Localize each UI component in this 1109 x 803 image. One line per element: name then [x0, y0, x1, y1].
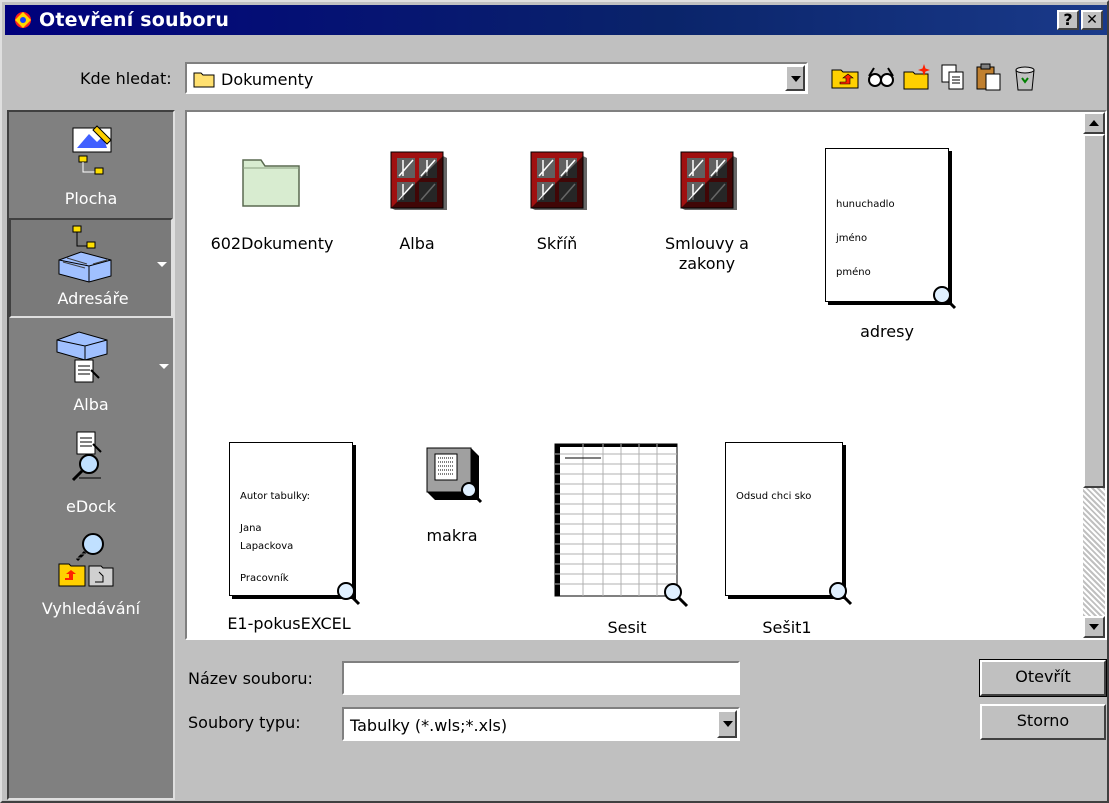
chevron-down-icon — [157, 262, 167, 267]
file-name: Alba — [399, 234, 435, 253]
edock-icon — [71, 431, 102, 482]
file-name: Smlouvy a zakony — [665, 234, 749, 273]
preview-line: pméno — [836, 267, 871, 278]
scroll-thumb[interactable] — [1083, 134, 1105, 488]
list-item[interactable]: Sesit — [547, 442, 707, 638]
magnifier-icon — [933, 286, 957, 310]
delete-icon[interactable] — [1010, 62, 1040, 92]
sidebar-item-edock[interactable]: eDock — [9, 424, 173, 524]
list-item[interactable]: Alba — [357, 142, 477, 262]
scroll-down-button[interactable] — [1083, 616, 1105, 638]
file-name: adresy — [860, 322, 914, 341]
title-bar[interactable]: Otevření souboru ? ✕ — [5, 5, 1107, 35]
open-button[interactable]: Otevřít — [979, 659, 1107, 697]
filetype-value: Tabulky (*.wls;*.xls) — [350, 716, 508, 735]
preview-line: Pracovník — [240, 573, 289, 584]
scroll-track[interactable] — [1083, 488, 1105, 616]
sidebar-item-label: Adresáře — [57, 289, 129, 308]
filetype-select[interactable]: Tabulky (*.wls;*.xls) — [342, 707, 740, 741]
scroll-up-button[interactable] — [1083, 112, 1105, 134]
preview-line: Autor tabulky: — [240, 491, 311, 502]
bookshelf-icon — [390, 151, 447, 210]
preview-line: hunuchadlo — [836, 199, 895, 210]
sidebar-item-albums[interactable]: Alba — [9, 322, 173, 422]
help-button[interactable]: ? — [1057, 10, 1079, 30]
open-file-dialog: Otevření souboru ? ✕ Kde hledat: Dokumen… — [0, 0, 1109, 803]
look-in-combo[interactable]: Dokumenty — [185, 62, 808, 94]
filetype-label: Soubory typu: — [188, 713, 301, 732]
albums-icon — [56, 331, 108, 383]
file-list[interactable]: 602Dokumenty Alba Skříň Smlouvy a zakony… — [185, 110, 1107, 640]
sidebar-item-directories[interactable]: Adresáře — [9, 218, 173, 318]
search-icon — [58, 533, 114, 587]
bookshelf-icon — [680, 151, 737, 210]
vertical-scrollbar[interactable] — [1083, 112, 1105, 638]
places-bar: Plocha Adresáře Alba eDock Vyhledávání — [7, 110, 175, 800]
file-name: makra — [426, 526, 478, 545]
list-item[interactable]: Skříň — [497, 142, 617, 262]
preview-line: jméno — [836, 233, 868, 244]
folder-icon — [193, 72, 215, 88]
bookshelf-icon — [530, 151, 587, 210]
magnifier-icon — [829, 582, 853, 606]
desktop-icon — [72, 125, 112, 175]
search-web-icon[interactable] — [866, 62, 896, 92]
sidebar-item-label: Vyhledávání — [41, 599, 141, 618]
look-in-label: Kde hledat: — [80, 69, 172, 88]
list-item[interactable]: Smlouvy a zakony — [647, 142, 767, 282]
spreadsheet-preview — [554, 443, 689, 608]
sidebar-item-desktop[interactable]: Plocha — [9, 116, 173, 216]
chevron-down-icon — [159, 364, 169, 369]
sidebar-item-search[interactable]: Vyhledávání — [9, 526, 173, 626]
file-name: E1-pokusEXCEL — [227, 614, 351, 633]
sidebar-item-label: eDock — [65, 497, 116, 516]
close-button[interactable]: ✕ — [1081, 10, 1103, 30]
preview-line: Jana — [240, 523, 262, 534]
copy-icon[interactable] — [938, 62, 968, 92]
file-name: Sešit1 — [762, 618, 812, 637]
sidebar-item-label: Plocha — [64, 189, 118, 208]
directories-icon — [58, 225, 112, 283]
file-name: Skříň — [536, 234, 578, 253]
filename-input[interactable] — [342, 661, 740, 695]
macro-file-icon — [426, 447, 483, 504]
list-item[interactable]: Autor tabulky: Jana Lapackova Pracovník … — [209, 442, 369, 638]
up-one-level-icon[interactable] — [830, 62, 860, 92]
cancel-button[interactable]: Storno — [980, 704, 1106, 740]
file-name: 602Dokumenty — [210, 234, 334, 253]
list-item[interactable]: makra — [397, 442, 507, 552]
list-item[interactable]: 602Dokumenty — [207, 142, 337, 262]
filename-label: Název souboru: — [188, 669, 313, 688]
look-in-dropdown-button[interactable] — [785, 65, 805, 91]
preview-line: Lapackova — [240, 541, 294, 552]
filetype-dropdown-button[interactable] — [717, 710, 737, 738]
window-title: Otevření souboru — [39, 9, 230, 31]
app-icon — [15, 12, 31, 28]
magnifier-icon — [337, 582, 361, 606]
folder-icon — [242, 159, 300, 207]
new-folder-icon[interactable] — [902, 62, 932, 92]
document-preview: Odsud chci sko — [725, 442, 843, 596]
sidebar-item-label: Alba — [73, 395, 109, 414]
document-preview: hunuchadlo jméno pméno — [825, 148, 949, 302]
document-preview: Autor tabulky: Jana Lapackova Pracovník — [229, 442, 353, 596]
file-name: Sesit — [607, 618, 647, 637]
paste-icon[interactable] — [974, 62, 1004, 92]
look-in-value: Dokumenty — [221, 70, 314, 89]
preview-line: Odsud chci sko — [736, 491, 812, 502]
list-item[interactable]: hunuchadlo jméno pméno adresy — [807, 142, 967, 342]
list-item[interactable]: Odsud chci sko Sešit1 — [707, 442, 867, 638]
